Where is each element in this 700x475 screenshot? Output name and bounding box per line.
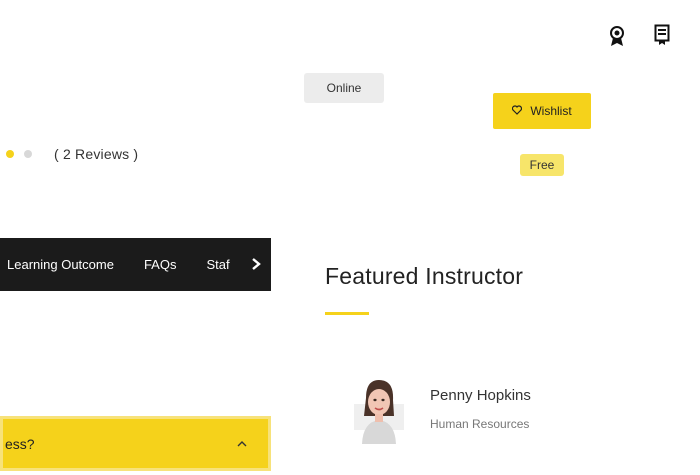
star-filled-icon — [6, 150, 14, 158]
price-badge: Free — [520, 154, 564, 176]
certificate-icon[interactable] — [651, 23, 673, 47]
featured-instructor-title: Featured Instructor — [325, 263, 524, 289]
course-rating: ( 2 Reviews ) — [6, 146, 138, 162]
online-label: Online — [326, 81, 362, 95]
award-icon[interactable] — [606, 24, 628, 48]
course-tab-bar: Learning Outcome FAQs Staf — [0, 238, 271, 291]
wishlist-button[interactable]: Wishlist — [493, 93, 591, 129]
instructor-avatar[interactable] — [350, 376, 408, 444]
tab-faqs[interactable]: FAQs — [144, 257, 177, 272]
faq-accordion-item[interactable]: ess? — [0, 416, 271, 471]
instructor-role: Human Resources — [430, 417, 530, 431]
tab-learning-outcome[interactable]: Learning Outcome — [7, 257, 114, 272]
title-underline — [325, 312, 369, 315]
wishlist-label: Wishlist — [530, 104, 572, 118]
heart-icon — [512, 104, 523, 118]
online-badge[interactable]: Online — [304, 73, 384, 103]
instructor-name[interactable]: Penny Hopkins — [430, 387, 531, 404]
star-empty-icon — [24, 150, 32, 158]
reviews-count[interactable]: ( 2 Reviews ) — [54, 146, 138, 162]
chevron-right-icon[interactable] — [248, 255, 264, 273]
chevron-up-icon[interactable] — [236, 437, 248, 449]
faq-question: ess? — [5, 435, 35, 452]
tab-staff[interactable]: Staf — [206, 257, 229, 272]
price-label: Free — [529, 158, 555, 172]
